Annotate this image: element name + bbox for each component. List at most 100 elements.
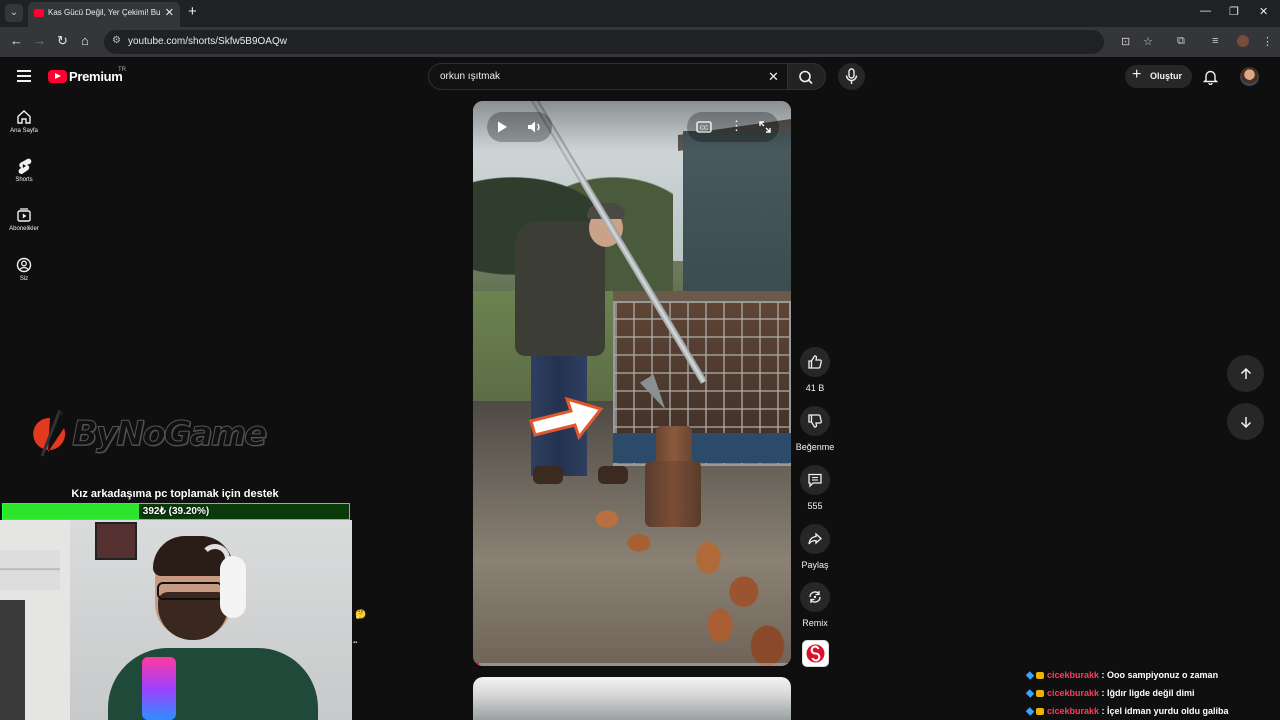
chat-sub-badge-icon	[1036, 690, 1044, 698]
chat-separator: :	[1099, 688, 1108, 698]
dislike-button[interactable]: Beğenme	[795, 406, 835, 452]
new-tab-button[interactable]: +	[188, 3, 197, 20]
notifications-bell-icon[interactable]	[1203, 69, 1218, 85]
arrow-up-icon	[1240, 367, 1251, 379]
search-button[interactable]	[788, 63, 826, 90]
url-text: youtube.com/shorts/Skfw5B9OAQw	[128, 36, 287, 47]
comments-button[interactable]: 555	[795, 465, 835, 511]
browser-tab[interactable]: Kas Gücü Değil, Yer Çekimi! Bu ✕	[28, 2, 180, 27]
bookmark-star-icon[interactable]: ☆	[1143, 35, 1153, 48]
chat-sub-badge-icon	[1036, 672, 1044, 680]
browser-tab-bar: ⌄ Kas Gücü Değil, Yer Çekimi! Bu ✕ + — ❐…	[0, 0, 1280, 27]
like-button[interactable]: 41 B	[795, 347, 835, 393]
webcam-headphones	[220, 556, 246, 618]
webcam-shelf	[0, 550, 60, 590]
menu-icon[interactable]	[17, 70, 31, 85]
sidebar-item-you[interactable]: Siz	[0, 257, 48, 282]
dislike-label: Beğenme	[795, 442, 835, 452]
video-arrow-graphic	[529, 396, 604, 441]
chat-text: Ooo sampiyonuz o zaman	[1107, 670, 1219, 680]
video-shed	[683, 131, 791, 301]
sidebar-item-home[interactable]: Ana Sayfa	[0, 109, 48, 134]
home-icon	[17, 110, 31, 124]
create-button[interactable]: + Oluştur	[1125, 65, 1192, 88]
previous-short-button[interactable]	[1227, 355, 1264, 392]
chat-text: İçel idman yurdu oldu galiba	[1107, 706, 1229, 716]
video-wood-chips	[673, 531, 791, 666]
youtube-logo-icon[interactable]	[48, 70, 67, 83]
captions-icon[interactable]: CC	[696, 120, 712, 134]
like-count: 41 B	[805, 383, 825, 393]
url-field[interactable]: ⚙ youtube.com/shorts/Skfw5B9OAQw	[104, 30, 1104, 54]
video-progress-bar[interactable]	[473, 663, 791, 666]
home-icon[interactable]: ⌂	[81, 33, 89, 48]
remix-icon	[809, 591, 821, 603]
chat-message: cicekburakk : İçel idman yurdu oldu gali…	[1025, 706, 1229, 716]
video-wood-chips	[583, 501, 663, 561]
comment-icon	[808, 473, 822, 488]
webcam-rgb-light	[142, 657, 176, 720]
chat-sub-badge-icon	[1036, 708, 1044, 716]
youtube-premium-logo[interactable]: Premium	[69, 69, 123, 84]
tab-title: Kas Gücü Değil, Yer Çekimi! Bu	[48, 8, 161, 17]
fullscreen-icon[interactable]	[758, 120, 772, 134]
voice-search-button[interactable]	[838, 63, 865, 90]
bynogame-logo-text: ByNoGame	[71, 414, 267, 455]
media-controls-icon[interactable]: ≡	[1212, 35, 1218, 47]
video-progress-fill	[473, 663, 480, 666]
next-short-preview[interactable]	[473, 677, 791, 720]
svg-text:CC: CC	[700, 126, 708, 132]
marker-icon: ▪▪	[353, 640, 358, 646]
extensions-icon[interactable]: ⧉	[1177, 35, 1185, 48]
microphone-icon	[845, 68, 858, 84]
bynogame-logo-icon	[33, 410, 66, 457]
clear-search-icon[interactable]: ✕	[768, 69, 779, 85]
chat-message: cicekburakk : Iğdır ligde değil dimi	[1025, 688, 1195, 698]
sidebar-item-subscriptions[interactable]: Abonelikler	[0, 207, 48, 232]
thumbs-up-icon	[808, 355, 822, 369]
chat-separator: :	[1099, 706, 1108, 716]
audio-source-thumbnail[interactable]	[802, 640, 829, 667]
volume-icon[interactable]	[527, 120, 543, 134]
sidebar-item-label: Siz	[19, 276, 29, 282]
tab-close-icon[interactable]: ✕	[165, 6, 174, 19]
video-crate-base	[613, 433, 791, 463]
sidebar-item-shorts[interactable]: Shorts	[0, 158, 48, 183]
chat-separator: :	[1099, 670, 1108, 680]
donation-progress-bar: 392₺ (39.20%)	[2, 503, 350, 520]
playback-controls-pill	[487, 112, 552, 142]
tab-search-button[interactable]: ⌄	[5, 4, 23, 22]
search-icon	[799, 70, 813, 85]
shorts-video-player[interactable]: CC ⋮	[473, 101, 791, 666]
play-icon[interactable]	[495, 120, 509, 134]
restore-icon[interactable]: ❐	[1229, 5, 1239, 18]
install-app-icon[interactable]: ⊡	[1121, 35, 1130, 48]
reload-icon[interactable]: ↻	[57, 33, 68, 49]
back-icon[interactable]: ←	[10, 33, 23, 48]
arrow-down-icon	[1240, 416, 1251, 428]
address-bar: ← → ↻ ⌂ ⚙ youtube.com/shorts/Skfw5B9OAQw…	[0, 27, 1280, 57]
minimize-icon[interactable]: —	[1200, 5, 1211, 17]
remix-label: Remix	[802, 618, 828, 628]
chat-text: Iğdır ligde değil dimi	[1107, 688, 1195, 698]
youtube-favicon-icon	[34, 9, 44, 17]
channel-logo-icon	[806, 644, 825, 663]
search-input[interactable]: orkun ışıtmak ✕	[428, 63, 788, 90]
webcam-door	[0, 600, 25, 720]
region-code: TR	[118, 67, 126, 73]
more-options-icon[interactable]: ⋮	[730, 118, 743, 134]
share-button[interactable]: Paylaş	[795, 524, 835, 570]
webcam-person-body	[108, 648, 318, 720]
subscriptions-icon	[17, 208, 31, 222]
browser-profile-avatar[interactable]	[1237, 35, 1249, 47]
site-info-icon[interactable]: ⚙	[112, 35, 121, 46]
remix-button[interactable]: Remix	[795, 582, 835, 628]
chat-badge-icon	[1025, 707, 1035, 716]
window-close-icon[interactable]: ✕	[1259, 5, 1268, 18]
share-icon	[808, 532, 822, 545]
forward-icon[interactable]: →	[33, 33, 46, 48]
next-short-button[interactable]	[1227, 403, 1264, 440]
account-avatar[interactable]	[1240, 67, 1259, 86]
browser-menu-icon[interactable]: ⋮	[1262, 35, 1273, 48]
sidebar-item-label: Ana Sayfa	[10, 128, 38, 134]
